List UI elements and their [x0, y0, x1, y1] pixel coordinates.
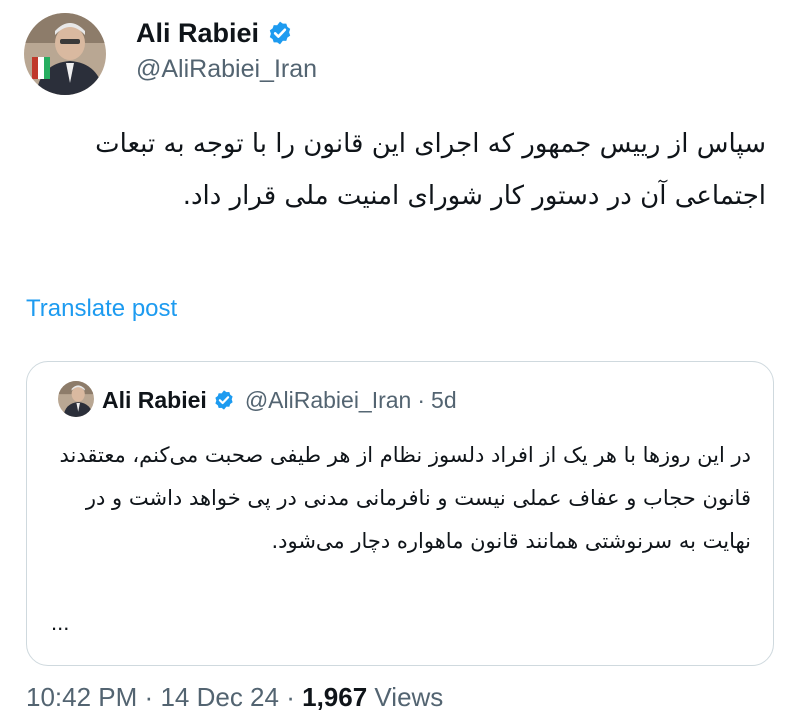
post-date[interactable]: 14 Dec 24 [160, 682, 279, 712]
quoted-post-time[interactable]: 5d [431, 387, 457, 414]
verified-badge-icon [269, 21, 291, 45]
post-time[interactable]: 10:42 PM [26, 682, 137, 712]
verified-badge-icon [215, 390, 233, 410]
separator-dot: · [144, 682, 154, 712]
author-handle[interactable]: @AliRabiei_Iran [136, 55, 317, 84]
author-name-row: Ali Rabiei [136, 14, 293, 52]
quoted-post-more: ... [51, 610, 70, 635]
separator-dot: · [417, 386, 426, 413]
quoted-author-handle[interactable]: @AliRabiei_Iran [245, 387, 412, 414]
post-text: سپاس از رییس جمهور که اجرای این قانون را… [95, 129, 766, 211]
views-count: 1,967 [302, 682, 368, 712]
quoted-post-card[interactable]: Ali Rabiei @AliRabiei_Iran · 5d در این ر… [26, 361, 774, 666]
quoted-post-header: Ali Rabiei @AliRabiei_Iran · 5d [102, 384, 457, 416]
views-label: Views [374, 682, 444, 712]
author-avatar[interactable] [24, 13, 106, 95]
quoted-post-text: در این روزها با هر یک از افراد دلسوز نظا… [59, 443, 751, 553]
author-name[interactable]: Ali Rabiei [136, 18, 259, 49]
quoted-author-name[interactable]: Ali Rabiei [102, 387, 207, 414]
post-meta: 10:42 PM · 14 Dec 24 · 1,967 Views [26, 682, 443, 713]
profile-photo-icon [58, 381, 94, 417]
separator-dot: · [286, 682, 295, 712]
translate-post-link[interactable]: Translate post [26, 295, 177, 323]
quoted-author-avatar[interactable] [58, 381, 94, 417]
profile-photo-icon [24, 13, 106, 95]
